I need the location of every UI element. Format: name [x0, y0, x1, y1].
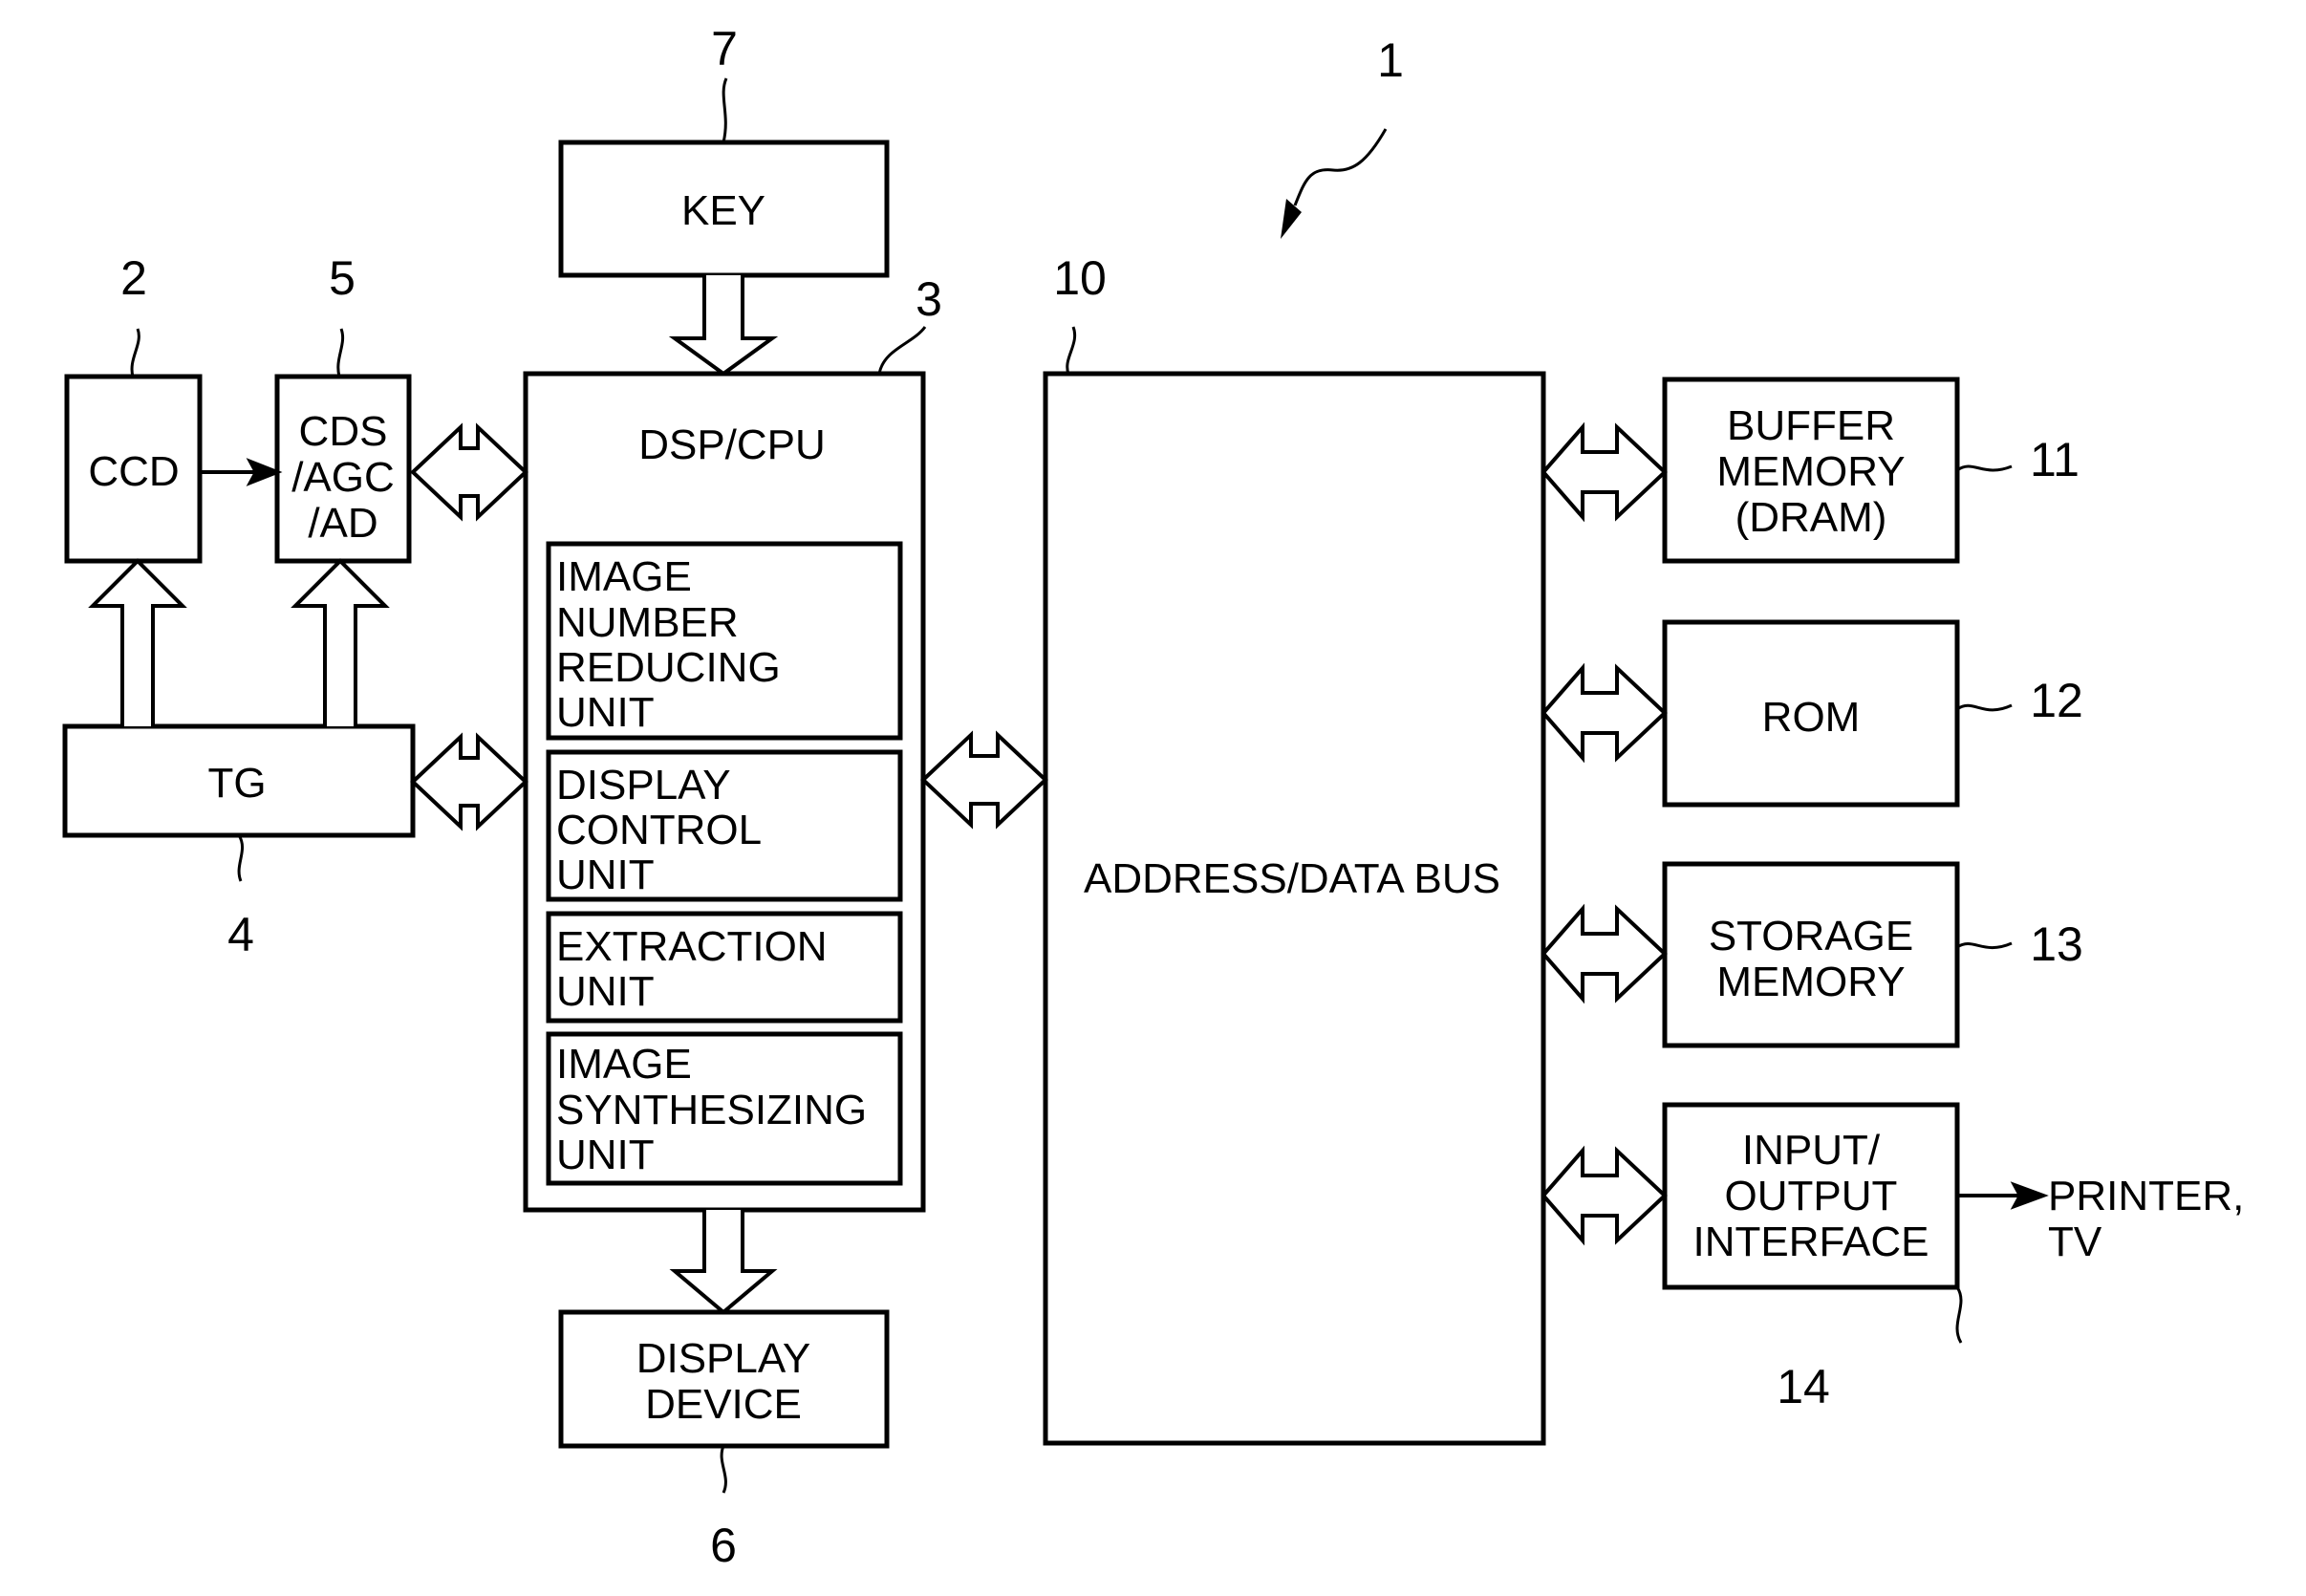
display-device-label-line1: DISPLAY	[636, 1335, 811, 1382]
ref-2: 2	[120, 251, 147, 305]
cds-label-line3: /AD	[308, 500, 377, 547]
display-control-label-line1: DISPLAY	[556, 762, 731, 809]
extraction-label-line1: EXTRACTION	[556, 923, 828, 970]
leader-line-2	[130, 328, 140, 377]
leader-line-4	[237, 834, 245, 882]
tg-to-ccd-arrow	[88, 558, 187, 726]
image-number-label-line1: IMAGE	[556, 553, 692, 600]
ref-12: 12	[2030, 674, 2083, 727]
leader-line-13	[1956, 941, 2013, 949]
display-device-label-line2: DEVICE	[645, 1381, 802, 1428]
ccd-to-cds-arrowhead	[246, 458, 283, 486]
ref-10: 10	[1053, 251, 1107, 305]
key-label: KEY	[681, 187, 765, 234]
bus-buffer-bidirectional-arrow	[1541, 421, 1668, 523]
image-synth-label-line3: UNIT	[556, 1132, 655, 1178]
key-to-dsp-arrow	[668, 275, 779, 377]
storage-label-line2: MEMORY	[1716, 959, 1905, 1005]
dsp-to-display-arrow	[669, 1210, 778, 1315]
ref-1: 1	[1377, 33, 1404, 87]
dsp-cpu-label: DSP/CPU	[638, 421, 826, 468]
figure-ref-arrowhead	[1281, 199, 1302, 239]
leader-line-6	[720, 1445, 727, 1494]
address-data-bus-box	[1043, 371, 1546, 1446]
display-control-label-line2: CONTROL	[556, 807, 762, 853]
bus-storage-bidirectional-arrow	[1541, 903, 1668, 1004]
leader-line-10	[1066, 326, 1077, 375]
leader-line-5	[336, 328, 345, 377]
image-synth-label-line1: IMAGE	[556, 1041, 692, 1088]
leader-line-11	[1956, 464, 2013, 472]
ref-7: 7	[711, 22, 738, 75]
io-label-line1: INPUT/	[1742, 1127, 1881, 1174]
leader-line-14	[1955, 1286, 1963, 1344]
tg-to-cds-arrow	[291, 558, 390, 726]
external-label-line2: TV	[2048, 1219, 2102, 1265]
dsp-bus-bidirectional-arrow	[920, 730, 1048, 830]
io-to-printer-arrowhead	[2010, 1181, 2049, 1210]
extraction-label-line2: UNIT	[556, 968, 655, 1015]
block-diagram: KEY CCD CDS /AGC /AD TG DSP/CPU DISPLAY …	[62, 22, 2244, 1572]
bus-io-bidirectional-arrow	[1541, 1145, 1668, 1246]
cds-dsp-bidirectional-arrow	[410, 422, 528, 522]
rom-label: ROM	[1762, 694, 1861, 741]
ref-14: 14	[1777, 1360, 1830, 1413]
bus-label: ADDRESS/DATA BUS	[1084, 855, 1500, 902]
buffer-label-line2: MEMORY	[1716, 448, 1905, 495]
tg-label: TG	[207, 760, 266, 807]
figure-ref-arrow	[1293, 128, 1388, 206]
buffer-label-line1: BUFFER	[1727, 402, 1895, 449]
ref-11: 11	[2030, 433, 2080, 486]
ref-6: 6	[710, 1519, 737, 1572]
ref-3: 3	[916, 272, 942, 326]
image-number-label-line2: NUMBER	[556, 599, 739, 646]
cds-label-line1: CDS	[299, 408, 388, 455]
display-control-label-line3: UNIT	[556, 852, 655, 898]
io-label-line3: INTERFACE	[1693, 1219, 1929, 1265]
ref-13: 13	[2030, 917, 2083, 971]
ref-5: 5	[329, 251, 356, 305]
image-synth-label-line2: SYNTHESIZING	[556, 1087, 867, 1133]
storage-label-line1: STORAGE	[1709, 913, 1913, 960]
image-number-label-line4: UNIT	[556, 689, 655, 736]
leader-line-7	[722, 77, 728, 143]
cds-label-line2: /AGC	[291, 454, 395, 501]
bus-rom-bidirectional-arrow	[1541, 662, 1668, 764]
tg-dsp-bidirectional-arrow	[410, 732, 528, 831]
ccd-label: CCD	[88, 448, 179, 495]
buffer-label-line3: (DRAM)	[1735, 494, 1887, 541]
image-number-label-line3: REDUCING	[556, 644, 781, 691]
io-label-line2: OUTPUT	[1725, 1173, 1898, 1219]
ref-4: 4	[227, 908, 254, 961]
leader-line-12	[1956, 703, 2013, 712]
leader-line-3	[877, 326, 927, 375]
external-label-line1: PRINTER,	[2048, 1173, 2244, 1219]
